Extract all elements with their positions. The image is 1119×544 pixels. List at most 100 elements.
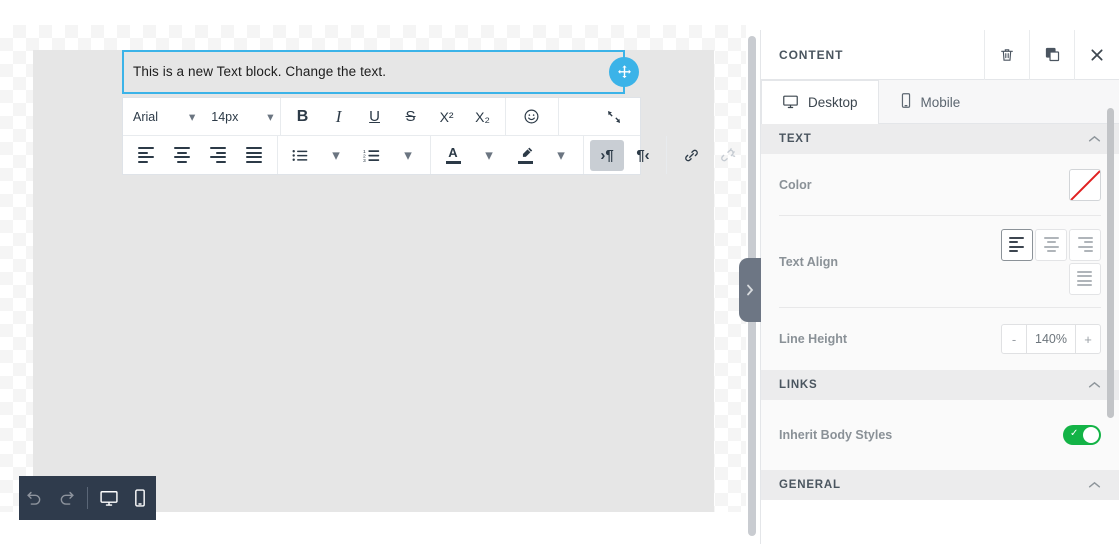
label-text-align: Text Align xyxy=(779,254,839,269)
align-justify-bars xyxy=(246,147,262,163)
highlight-dropdown[interactable]: ▾ xyxy=(544,140,578,171)
tab-desktop-label: Desktop xyxy=(808,95,858,110)
emoji-icon[interactable] xyxy=(515,101,549,132)
font-family-select[interactable]: Arial ▾ xyxy=(123,98,201,135)
italic-label: I xyxy=(335,106,342,126)
text-align-control[interactable] xyxy=(999,228,1101,295)
inherit-body-styles-control[interactable]: ✓ xyxy=(1063,425,1101,445)
superscript-button[interactable]: X² xyxy=(430,101,464,132)
section-title-links: LINKS xyxy=(779,379,818,391)
panel-collapse-toggle[interactable] xyxy=(739,258,761,322)
font-family-value: Arial xyxy=(133,109,159,124)
text-block[interactable]: This is a new Text block. Change the tex… xyxy=(122,50,625,94)
mobile-icon xyxy=(900,92,912,112)
panel-header: CONTENT xyxy=(761,29,1119,80)
section-header-text[interactable]: TEXT xyxy=(761,124,1119,154)
panel-scrollbar[interactable] xyxy=(1107,108,1114,418)
subscript-label: X₂ xyxy=(475,108,490,125)
text-color-dropdown[interactable]: ▾ xyxy=(472,140,506,171)
bold-button[interactable]: B xyxy=(286,101,320,132)
subscript-button[interactable]: X₂ xyxy=(466,101,500,132)
superscript-label: X² xyxy=(439,108,454,125)
text-block-content[interactable]: This is a new Text block. Change the tex… xyxy=(133,64,386,79)
align-right-button[interactable] xyxy=(1069,228,1101,261)
label-color: Color xyxy=(779,177,812,192)
align-justify-icon[interactable] xyxy=(237,140,271,171)
label-inherit-body-styles: Inherit Body Styles xyxy=(779,428,893,442)
highlight-pen-icon[interactable] xyxy=(508,140,542,171)
highlight-color-bar xyxy=(517,161,533,164)
line-height-increase[interactable]: + xyxy=(1076,325,1100,353)
collapse-toolbar-icon[interactable] xyxy=(597,101,631,132)
redo-icon[interactable] xyxy=(51,476,83,520)
chevron-up-icon xyxy=(1088,476,1101,494)
line-height-control[interactable]: - 140% + xyxy=(1001,324,1101,354)
section-header-general[interactable]: GENERAL xyxy=(761,470,1119,500)
tab-desktop[interactable]: Desktop xyxy=(761,80,879,124)
row-line-height: Line Height - 140% + xyxy=(779,308,1101,370)
line-height-decrease[interactable]: - xyxy=(1002,325,1026,353)
underline-label: U xyxy=(369,108,380,125)
numbered-list-dropdown[interactable]: ▾ xyxy=(391,140,425,171)
color-swatch[interactable] xyxy=(1069,168,1101,201)
rtl-paragraph-icon[interactable]: ¶‹ xyxy=(626,140,660,171)
section-body-links: Inherit Body Styles ✓ xyxy=(761,400,1119,470)
panel-title: CONTENT xyxy=(779,47,844,62)
rich-text-toolbar[interactable]: Arial ▾ 14px ▾ B I U S X² X₂ ▾ 1 2 3 ▾ A… xyxy=(122,97,735,175)
unlink-icon[interactable] xyxy=(710,140,744,171)
section-header-links[interactable]: LINKS xyxy=(761,370,1119,400)
desktop-icon xyxy=(782,93,799,113)
align-center-icon[interactable] xyxy=(165,140,199,171)
desktop-icon[interactable] xyxy=(93,476,125,520)
chevron-down-icon: ▾ xyxy=(332,147,340,164)
bulleted-list-icon[interactable] xyxy=(283,140,317,171)
preview-toolbar[interactable] xyxy=(19,476,156,520)
mobile-icon[interactable] xyxy=(124,476,156,520)
bulleted-list-dropdown[interactable]: ▾ xyxy=(319,140,353,171)
align-left-icon[interactable] xyxy=(129,140,163,171)
font-size-select[interactable]: 14px ▾ xyxy=(201,98,279,135)
align-right-bars xyxy=(210,147,226,163)
chevron-down-icon: ▾ xyxy=(189,110,196,124)
duplicate-icon[interactable] xyxy=(1029,29,1074,80)
check-icon: ✓ xyxy=(1070,428,1079,439)
row-text-align: Text Align xyxy=(779,216,1101,308)
chevron-up-icon xyxy=(1088,130,1101,148)
align-left-button[interactable] xyxy=(1001,228,1033,261)
strikethrough-label: S xyxy=(405,108,416,125)
chevron-down-icon: ▾ xyxy=(404,147,412,164)
text-color-icon[interactable]: A xyxy=(436,140,470,171)
row-inherit-body-styles: Inherit Body Styles ✓ xyxy=(779,400,1101,470)
content-settings-panel[interactable]: CONTENT Desktop Mobile TEXT Color Text A… xyxy=(760,29,1119,544)
italic-button[interactable]: I xyxy=(322,101,356,132)
line-height-value[interactable]: 140% xyxy=(1026,325,1076,353)
trash-icon[interactable] xyxy=(984,29,1029,80)
panel-device-tabs[interactable]: Desktop Mobile xyxy=(761,80,1119,124)
inherit-body-styles-toggle[interactable]: ✓ xyxy=(1063,425,1101,445)
align-center-bars xyxy=(174,147,190,163)
align-left-bars xyxy=(138,147,154,163)
svg-text:3: 3 xyxy=(363,158,366,163)
move-arrows-icon[interactable] xyxy=(609,57,639,87)
underline-button[interactable]: U xyxy=(358,101,392,132)
label-line-height: Line Height xyxy=(779,332,848,346)
strikethrough-button[interactable]: S xyxy=(394,101,428,132)
section-title-text: TEXT xyxy=(779,133,812,145)
color-swatch-control[interactable] xyxy=(1069,168,1101,201)
align-right-icon[interactable] xyxy=(201,140,235,171)
undo-icon[interactable] xyxy=(19,476,51,520)
tab-mobile[interactable]: Mobile xyxy=(879,80,982,123)
ltr-paragraph-icon[interactable]: ›¶ xyxy=(590,139,624,171)
numbered-list-icon[interactable]: 1 2 3 xyxy=(355,140,389,171)
toolbar-divider xyxy=(87,487,88,509)
link-icon[interactable] xyxy=(674,140,708,171)
text-color-letter: A xyxy=(448,144,458,160)
align-center-button[interactable] xyxy=(1035,228,1067,261)
chevron-up-icon xyxy=(1088,376,1101,394)
bold-label: B xyxy=(296,107,309,125)
close-icon[interactable] xyxy=(1074,29,1119,80)
align-justify-button[interactable] xyxy=(1069,262,1101,295)
row-color: Color xyxy=(779,154,1101,216)
chevron-down-icon: ▾ xyxy=(557,147,565,164)
section-title-general: GENERAL xyxy=(779,479,841,491)
